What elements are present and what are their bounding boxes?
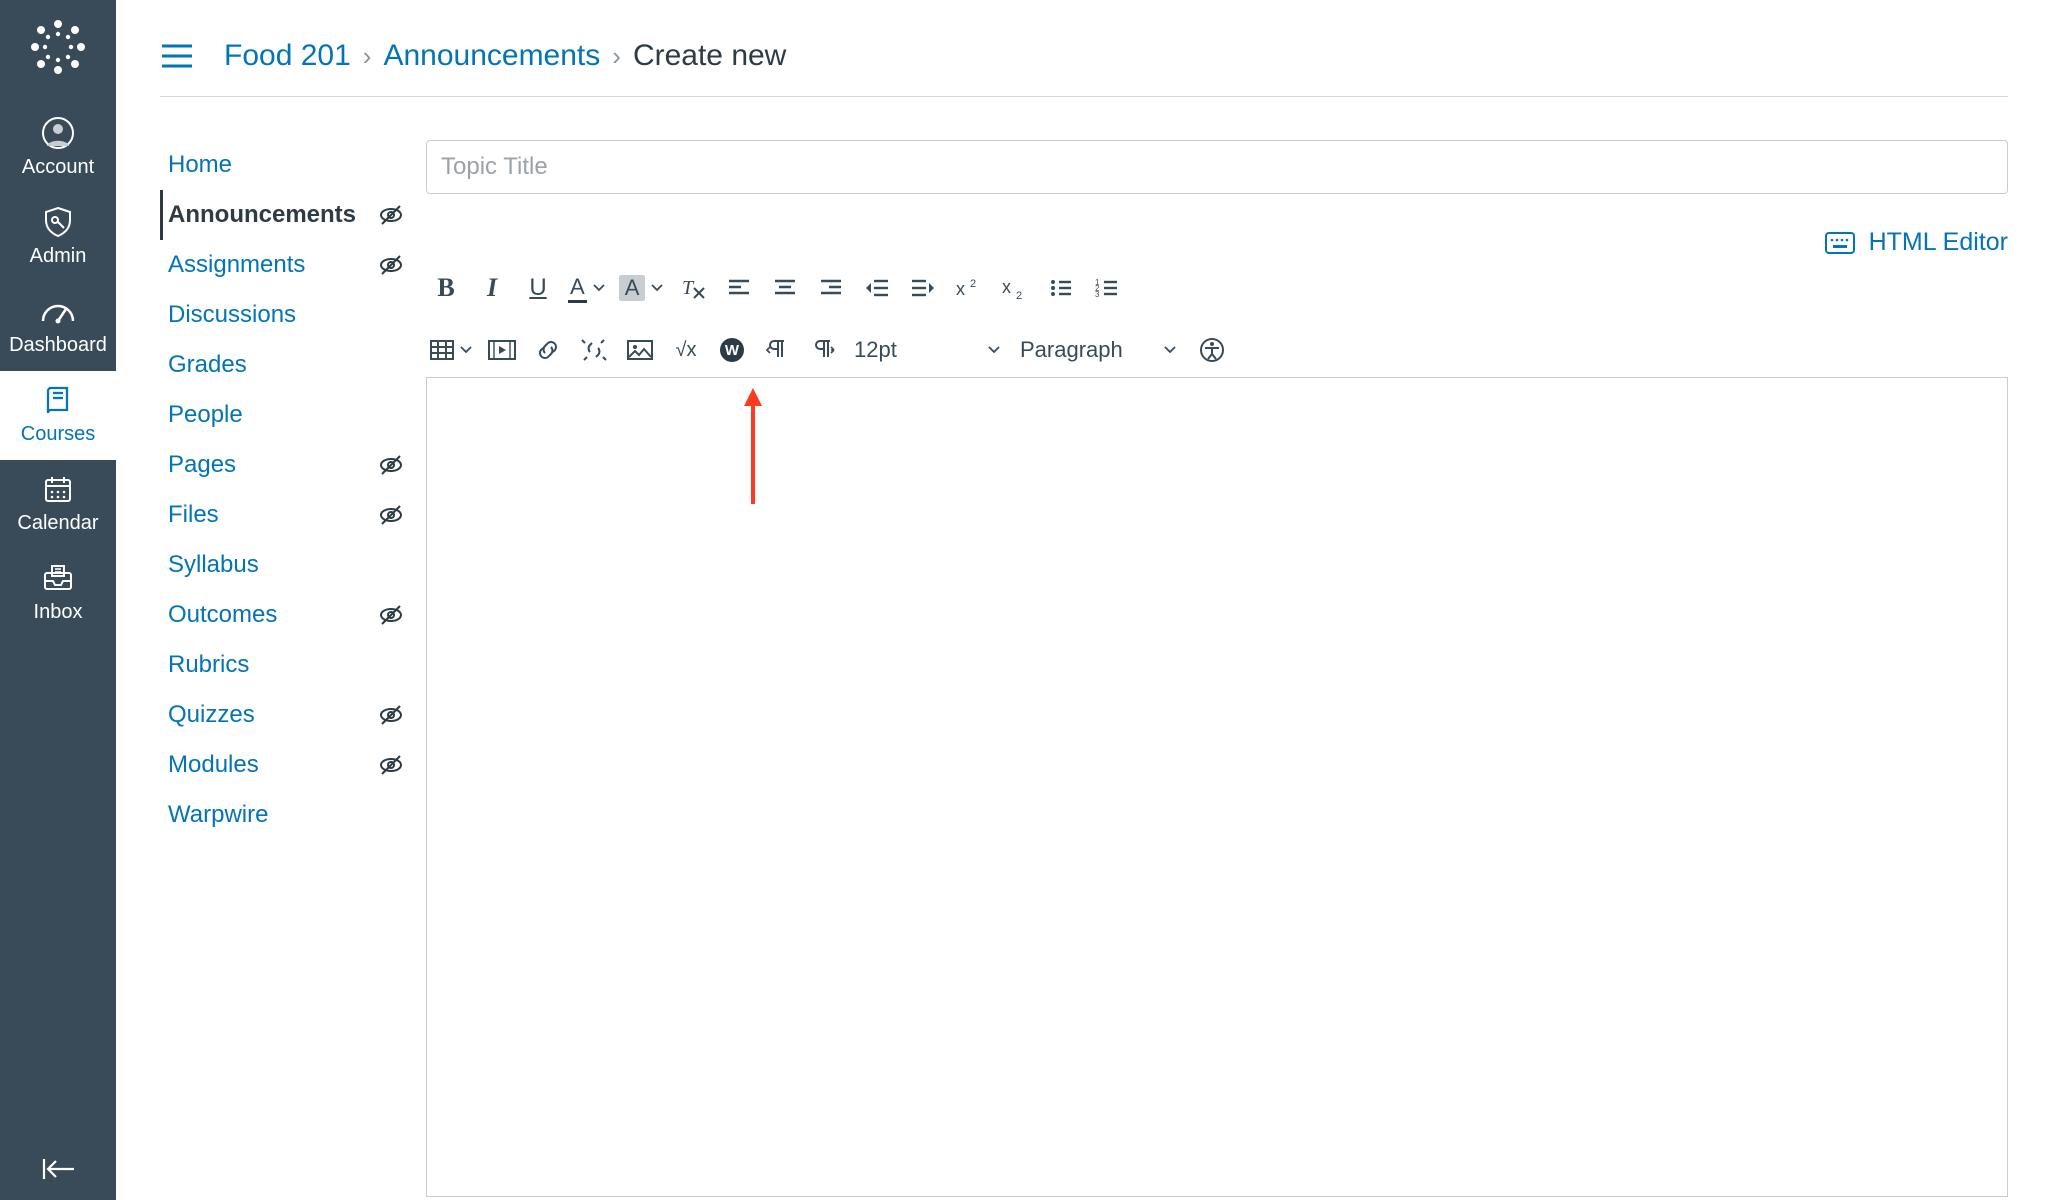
subscript-button[interactable]: x2 [995, 269, 1035, 307]
outdent-button[interactable] [857, 269, 897, 307]
global-nav-account[interactable]: Account [0, 104, 116, 193]
equation-button[interactable]: √x [666, 331, 706, 369]
numbered-list-button[interactable]: 123 [1087, 269, 1127, 307]
course-nav-rubrics[interactable]: Rubrics [160, 640, 410, 690]
superscript-button[interactable]: x2 [949, 269, 989, 307]
svg-text:2: 2 [1016, 290, 1022, 299]
topic-title-input[interactable] [426, 140, 2008, 194]
warpwire-icon[interactable]: W [712, 331, 752, 369]
breadcrumb-section-link[interactable]: Announcements [383, 39, 600, 73]
course-nav: Home Announcements Assignments Discussio… [160, 140, 410, 840]
course-nav-assignments[interactable]: Assignments [160, 240, 410, 290]
svg-text:x: x [1002, 277, 1011, 297]
breadcrumb-course-link[interactable]: Food 201 [224, 39, 351, 73]
align-center-button[interactable] [765, 269, 805, 307]
course-nav-grades[interactable]: Grades [160, 340, 410, 390]
italic-button[interactable]: I [472, 269, 512, 307]
html-editor-toggle[interactable]: HTML Editor [1869, 228, 2008, 257]
global-nav-label: Admin [0, 245, 116, 268]
block-format-select[interactable]: Paragraph [1016, 331, 1186, 369]
eye-off-icon [378, 252, 404, 278]
course-nav-files[interactable]: Files [160, 490, 410, 540]
eye-off-icon [378, 702, 404, 728]
svg-text:3: 3 [1095, 290, 1100, 298]
table-button[interactable] [426, 331, 476, 369]
global-nav-label: Dashboard [0, 334, 116, 357]
breadcrumb: Food 201 › Announcements › Create new [160, 26, 2008, 86]
global-nav-calendar[interactable]: Calendar [0, 460, 116, 549]
eye-off-icon [378, 752, 404, 778]
bold-button[interactable]: B [426, 269, 466, 307]
global-nav-label: Account [0, 156, 116, 179]
accessibility-checker-button[interactable] [1192, 331, 1232, 369]
book-icon [0, 381, 116, 419]
text-color-button[interactable]: A [564, 269, 609, 307]
course-nav-people[interactable]: People [160, 390, 410, 440]
media-button[interactable] [482, 331, 522, 369]
inbox-icon [0, 559, 116, 597]
eye-off-icon [378, 452, 404, 478]
link-button[interactable] [528, 331, 568, 369]
font-size-select[interactable]: 12pt [850, 331, 1010, 369]
shield-key-icon [0, 203, 116, 241]
collapse-global-nav-button[interactable] [0, 1156, 116, 1182]
image-button[interactable] [620, 331, 660, 369]
svg-text:x: x [956, 279, 965, 299]
global-nav-dashboard[interactable]: Dashboard [0, 282, 116, 371]
chevron-right-icon: › [363, 41, 372, 72]
global-nav-courses[interactable]: Courses [0, 371, 116, 460]
background-color-button[interactable]: A [615, 269, 668, 307]
course-nav-pages[interactable]: Pages [160, 440, 410, 490]
underline-button[interactable]: U [518, 269, 558, 307]
rce-content-area[interactable] [426, 377, 2008, 1197]
caret-down-icon [1164, 346, 1176, 354]
caret-down-icon [593, 284, 605, 292]
bullet-list-button[interactable] [1041, 269, 1081, 307]
clear-formatting-button[interactable]: T [673, 269, 713, 307]
course-menu-toggle-icon[interactable] [160, 43, 194, 69]
eye-off-icon [378, 202, 404, 228]
rtl-button[interactable] [804, 331, 844, 369]
align-right-button[interactable] [811, 269, 851, 307]
rce-toolbar: B I U A A T x2 x2 123 √x [426, 269, 2008, 377]
caret-down-icon [651, 284, 663, 292]
indent-button[interactable] [903, 269, 943, 307]
eye-off-icon [378, 502, 404, 528]
user-circle-icon [0, 114, 116, 152]
canvas-logo-icon [29, 18, 87, 76]
global-nav-label: Inbox [0, 601, 116, 624]
global-nav-label: Courses [0, 423, 116, 446]
global-nav-inbox[interactable]: Inbox [0, 549, 116, 638]
course-nav-syllabus[interactable]: Syllabus [160, 540, 410, 590]
caret-down-icon [460, 346, 472, 354]
chevron-right-icon: › [612, 41, 621, 72]
svg-text:2: 2 [970, 278, 976, 290]
breadcrumb-current: Create new [633, 39, 786, 73]
unlink-button[interactable] [574, 331, 614, 369]
course-nav-modules[interactable]: Modules [160, 740, 410, 790]
course-nav-discussions[interactable]: Discussions [160, 290, 410, 340]
course-nav-outcomes[interactable]: Outcomes [160, 590, 410, 640]
ltr-button[interactable] [758, 331, 798, 369]
svg-text:T: T [682, 277, 695, 299]
calendar-icon [0, 470, 116, 508]
caret-down-icon [988, 346, 1000, 354]
divider [160, 96, 2008, 97]
course-nav-warpwire[interactable]: Warpwire [160, 790, 410, 840]
global-nav-label: Calendar [0, 512, 116, 535]
svg-text:W: W [725, 342, 740, 359]
speedometer-icon [0, 292, 116, 330]
keyboard-shortcuts-icon[interactable] [1825, 232, 1855, 254]
global-nav-sidebar: Account Admin Dashboard Courses Calendar… [0, 0, 116, 1200]
course-nav-home[interactable]: Home [160, 140, 410, 190]
announcement-editor: HTML Editor B I U A A T x2 x2 123 [426, 140, 2008, 1197]
course-nav-announcements[interactable]: Announcements [160, 190, 410, 240]
global-nav-admin[interactable]: Admin [0, 193, 116, 282]
align-left-button[interactable] [719, 269, 759, 307]
course-nav-quizzes[interactable]: Quizzes [160, 690, 410, 740]
eye-off-icon [378, 602, 404, 628]
annotation-arrow-icon [741, 386, 765, 506]
